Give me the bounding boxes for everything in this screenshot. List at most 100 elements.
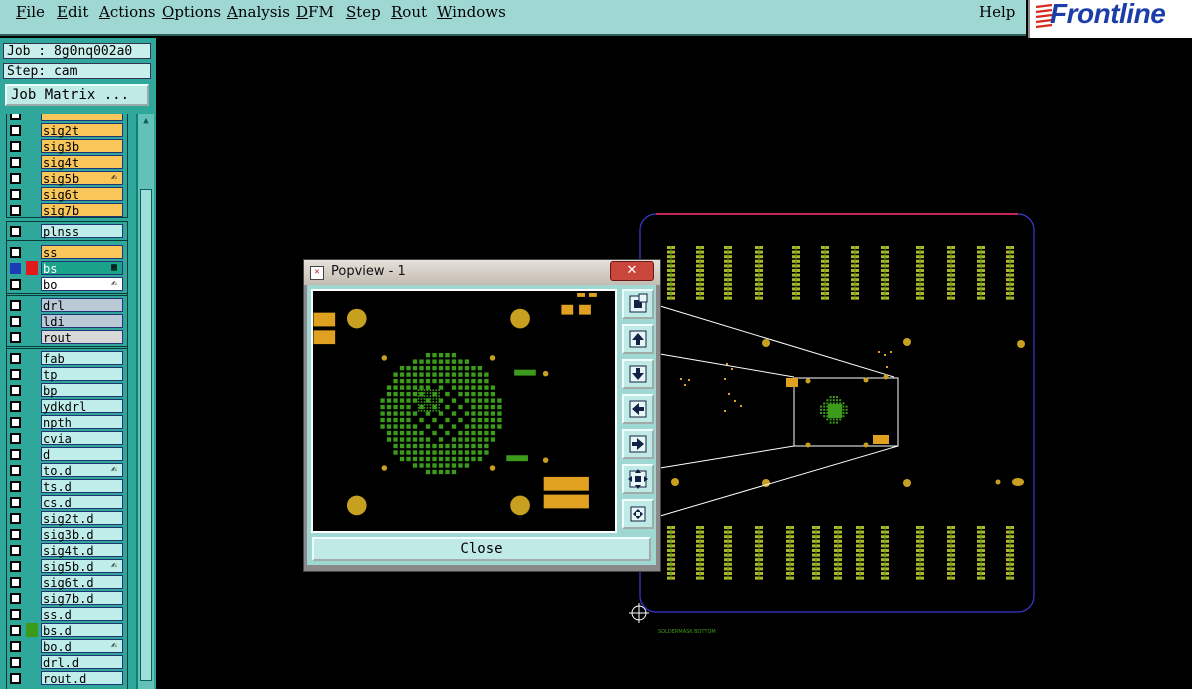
menu-analysis[interactable]: Analysis <box>227 3 290 21</box>
layer-row-ss[interactable]: ss <box>4 244 132 260</box>
layer-row-sig2t[interactable]: sig2t <box>4 122 132 138</box>
layer-checkbox[interactable] <box>10 561 21 572</box>
layer-row-plnss[interactable]: plnss <box>4 223 132 239</box>
layer-name[interactable]: sig2t <box>41 123 123 138</box>
layer-name[interactable]: tp <box>41 367 123 382</box>
popview-titlebar[interactable]: ✕ Popview - 1 ✕ <box>304 260 660 285</box>
layer-row-cs-d[interactable]: cs.d <box>4 494 132 510</box>
menu-dfm[interactable]: DFM <box>296 3 334 21</box>
fit-icon[interactable] <box>622 499 654 529</box>
layer-row-to-d[interactable]: to.d ✍ <box>4 462 132 478</box>
layer-row-bo-d[interactable]: bo.d ✍ <box>4 638 132 654</box>
layer-row-sig4t[interactable]: sig4t <box>4 154 132 170</box>
layer-name[interactable]: ldi <box>41 314 123 329</box>
layer-checkbox[interactable] <box>10 173 21 184</box>
layer-name[interactable]: sig4t.d <box>41 543 123 558</box>
layer-row-ss-d[interactable]: ss.d <box>4 606 132 622</box>
layer-row-drl-d[interactable]: drl.d <box>4 654 132 670</box>
layer-row-rout[interactable]: rout <box>4 329 132 345</box>
scroll-thumb[interactable] <box>140 189 152 681</box>
layer-row-sig6t[interactable]: sig6t <box>4 186 132 202</box>
layer-row-bs-d[interactable]: bs.d <box>4 622 132 638</box>
layer-name[interactable]: sig3b.d <box>41 527 123 542</box>
menu-windows[interactable]: Windows <box>437 3 506 21</box>
pan-right-icon[interactable] <box>622 429 654 459</box>
layer-name[interactable]: sig7b <box>41 203 123 218</box>
layer-checkbox[interactable] <box>10 369 21 380</box>
layer-checkbox[interactable] <box>10 114 21 120</box>
layer-checkbox[interactable] <box>10 189 21 200</box>
layer-checkbox[interactable] <box>10 332 21 343</box>
layer-row-npth[interactable]: npth <box>4 414 132 430</box>
layer-name[interactable]: d <box>41 447 123 462</box>
menu-edit[interactable]: Edit <box>57 3 88 21</box>
layer-checkbox[interactable] <box>10 673 21 684</box>
layer-name[interactable]: ss <box>41 245 123 260</box>
layer-checkbox[interactable] <box>10 577 21 588</box>
job-matrix-button[interactable]: Job Matrix ... <box>5 84 149 106</box>
layer-row-ydkdrl[interactable]: ydkdrl <box>4 398 132 414</box>
layer-checkbox[interactable] <box>10 545 21 556</box>
layer-checkbox[interactable] <box>10 385 21 396</box>
layer-name[interactable]: drl <box>41 298 123 313</box>
layer-row-bs[interactable]: bs ▦ <box>4 260 132 276</box>
layer-checkbox[interactable] <box>10 226 21 237</box>
layer-name[interactable]: sig4t <box>41 155 123 170</box>
layer-row-sig4t-d[interactable]: sig4t.d <box>4 542 132 558</box>
layer-row-tp[interactable]: tp <box>4 366 132 382</box>
layer-checkbox[interactable] <box>10 205 21 216</box>
pan-left-icon[interactable] <box>622 394 654 424</box>
layer-row-ts-d[interactable]: ts.d <box>4 478 132 494</box>
layer-checkbox[interactable] <box>10 481 21 492</box>
popview-graphic[interactable] <box>311 289 617 533</box>
layer-checkbox[interactable] <box>10 433 21 444</box>
layer-name[interactable]: ss.d <box>41 607 123 622</box>
layer-checkbox[interactable] <box>10 625 21 636</box>
zoom-out-icon[interactable] <box>622 464 654 494</box>
layer-name[interactable]: drl.d <box>41 655 123 670</box>
layer-name[interactable]: npth <box>41 415 123 430</box>
close-button[interactable]: Close <box>312 537 651 561</box>
layer-checkbox[interactable] <box>10 247 21 258</box>
pan-up-icon[interactable] <box>622 324 654 354</box>
layer-row-rout-d[interactable]: rout.d <box>4 670 132 686</box>
layer-name[interactable]: sig2t.d <box>41 511 123 526</box>
pan-down-icon[interactable] <box>622 359 654 389</box>
layer-name[interactable]: ts.d <box>41 479 123 494</box>
layer-checkbox[interactable] <box>10 465 21 476</box>
layer-row-sig3b-d[interactable]: sig3b.d <box>4 526 132 542</box>
zoom-home-icon[interactable] <box>622 289 654 319</box>
layer-checkbox[interactable] <box>10 657 21 668</box>
layer-name[interactable]: sig3b <box>41 139 123 154</box>
menu-options[interactable]: Options <box>162 3 221 21</box>
menu-step[interactable]: Step <box>346 3 381 21</box>
layer-row-bo[interactable]: bo ✍ <box>4 276 132 292</box>
layer-checkbox[interactable] <box>10 529 21 540</box>
layer-row-d[interactable]: d <box>4 446 132 462</box>
layer-row-bp[interactable]: bp <box>4 382 132 398</box>
layer-row-sig2t-d[interactable]: sig2t.d <box>4 510 132 526</box>
layer-name[interactable]: cs.d <box>41 495 123 510</box>
layer-checkbox[interactable] <box>10 353 21 364</box>
layer-checkbox[interactable] <box>10 157 21 168</box>
layer-name[interactable]: cvia <box>41 431 123 446</box>
menu-rout[interactable]: Rout <box>391 3 427 21</box>
layer-checkbox[interactable] <box>10 417 21 428</box>
layer-checkbox[interactable] <box>10 141 21 152</box>
layer-checkbox[interactable] <box>10 401 21 412</box>
layer-row-sig7b-d[interactable]: sig7b.d <box>4 590 132 606</box>
layer-checkbox[interactable] <box>10 449 21 460</box>
layer-checkbox[interactable] <box>10 641 21 652</box>
layer-name[interactable]: bp <box>41 383 123 398</box>
layer-checkbox[interactable] <box>10 513 21 524</box>
layer-row-sig5b-d[interactable]: sig5b.d ✍ <box>4 558 132 574</box>
layer-checkbox[interactable] <box>10 497 21 508</box>
layer-checkbox[interactable] <box>10 316 21 327</box>
layer-name[interactable]: plnss <box>41 224 123 239</box>
layer-name[interactable]: rout <box>41 330 123 345</box>
layer-row[interactable] <box>4 114 132 122</box>
close-icon[interactable]: ✕ <box>610 261 654 281</box>
layer-name[interactable]: fab <box>41 351 123 366</box>
layer-checkbox[interactable] <box>10 279 21 290</box>
layer-row-sig7b[interactable]: sig7b <box>4 202 132 218</box>
